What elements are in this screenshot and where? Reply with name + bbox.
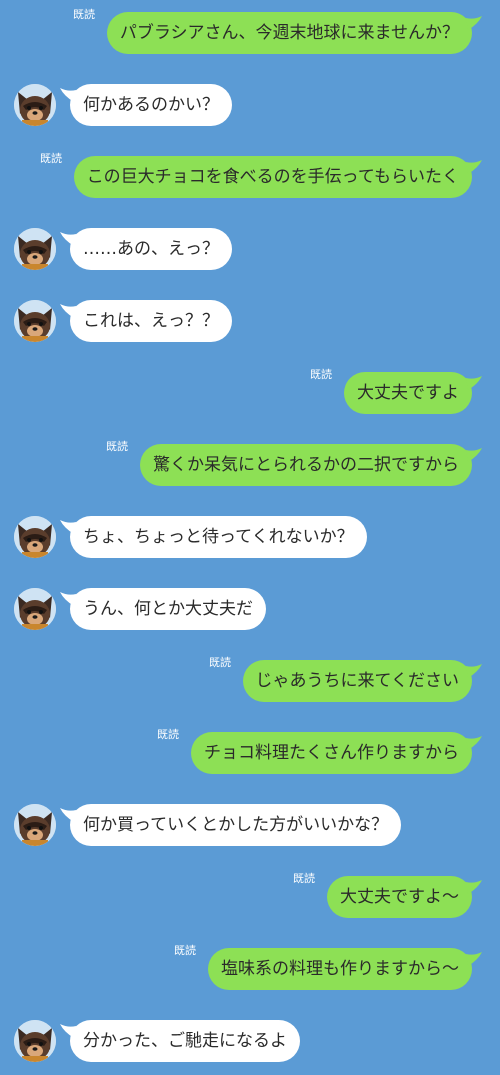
message-row: チョコ料理たくさん作りますから 既読 <box>0 728 500 776</box>
sent-message-bubble[interactable]: パブラシアさん、今週末地球に来ませんか？ <box>106 12 482 54</box>
message-text: 驚くか呆気にとられるかの二択ですから <box>153 455 459 475</box>
bubble-tail-icon <box>466 376 482 390</box>
received-message-bubble[interactable]: 分かった、ご馳走になるよ <box>60 1020 300 1062</box>
message-row: 大丈夫ですよ〜 既読 <box>0 872 500 920</box>
message-text: うん、何とか大丈夫だ <box>83 599 253 619</box>
message-text: これは、えっ？？ <box>83 311 219 331</box>
sent-message-bubble[interactable]: 大丈夫ですよ〜 <box>327 876 482 918</box>
sent-message-bubble[interactable]: この巨大チョコを食べるのを手伝ってもらいたく <box>73 156 482 198</box>
sent-message-bubble[interactable]: 驚くか呆気にとられるかの二択ですから <box>140 444 482 486</box>
read-receipt: 既読 <box>157 728 179 741</box>
bubble-tail-icon <box>466 16 482 30</box>
sent-message-bubble[interactable]: 塩味系の料理も作りますから〜 <box>208 948 482 990</box>
read-receipt: 既読 <box>40 152 62 165</box>
message-text: ……あの、えっ？ <box>83 239 219 259</box>
bubble-tail-icon <box>60 232 76 246</box>
message-row: 大丈夫ですよ 既読 <box>0 368 500 416</box>
dog-avatar-icon <box>14 84 56 126</box>
message-row: 分かった、ご馳走になるよ <box>0 1020 500 1064</box>
message-row: 何か買っていくとかした方がいいかな？ <box>0 804 500 848</box>
message-text: 塩味系の料理も作りますから〜 <box>221 959 459 979</box>
message-row: ちょ、ちょっと待ってくれないか？ <box>0 516 500 560</box>
received-message-bubble[interactable]: これは、えっ？？ <box>60 300 232 342</box>
message-row: これは、えっ？？ <box>0 300 500 344</box>
avatar[interactable] <box>14 516 56 558</box>
message-row: パブラシアさん、今週末地球に来ませんか？ 既読 <box>0 8 500 56</box>
avatar[interactable] <box>14 804 56 846</box>
bubble-tail-icon <box>466 664 482 678</box>
message-text: チョコ料理たくさん作りますから <box>204 743 459 763</box>
dog-avatar-icon <box>14 1020 56 1062</box>
message-text: 何かあるのかい？ <box>83 95 219 115</box>
read-receipt: 既読 <box>106 440 128 453</box>
dog-avatar-icon <box>14 516 56 558</box>
bubble-tail-icon <box>60 88 76 102</box>
message-text: パブラシアさん、今週末地球に来ませんか？ <box>119 23 459 43</box>
received-message-bubble[interactable]: うん、何とか大丈夫だ <box>60 588 266 630</box>
message-text: この巨大チョコを食べるのを手伝ってもらいたく <box>86 167 459 187</box>
bubble-tail-icon <box>466 448 482 462</box>
message-row: 驚くか呆気にとられるかの二択ですから 既読 <box>0 440 500 488</box>
message-row: 塩味系の料理も作りますから〜 既読 <box>0 944 500 992</box>
bubble-tail-icon <box>60 304 76 318</box>
message-row: じゃあうちに来てください 既読 <box>0 656 500 704</box>
dog-avatar-icon <box>14 588 56 630</box>
avatar[interactable] <box>14 588 56 630</box>
dog-avatar-icon <box>14 300 56 342</box>
sent-message-bubble[interactable]: チョコ料理たくさん作りますから <box>191 732 482 774</box>
received-message-bubble[interactable]: ……あの、えっ？ <box>60 228 232 270</box>
message-text: 大丈夫ですよ〜 <box>340 887 459 907</box>
avatar[interactable] <box>14 228 56 270</box>
bubble-tail-icon <box>466 880 482 894</box>
bubble-tail-icon <box>466 160 482 174</box>
dog-avatar-icon <box>14 804 56 846</box>
message-row: 何かあるのかい？ <box>0 84 500 128</box>
bubble-tail-icon <box>60 592 76 606</box>
read-receipt: 既読 <box>174 944 196 957</box>
message-text: じゃあうちに来てください <box>255 671 460 691</box>
received-message-bubble[interactable]: 何かあるのかい？ <box>60 84 232 126</box>
read-receipt: 既読 <box>293 872 315 885</box>
message-text: 何か買っていくとかした方がいいかな？ <box>83 815 389 835</box>
bubble-tail-icon <box>60 1024 76 1038</box>
message-text: ちょ、ちょっと待ってくれないか？ <box>83 527 354 547</box>
avatar[interactable] <box>14 84 56 126</box>
received-message-bubble[interactable]: 何か買っていくとかした方がいいかな？ <box>60 804 402 846</box>
bubble-tail-icon <box>466 952 482 966</box>
avatar[interactable] <box>14 1020 56 1062</box>
bubble-tail-icon <box>466 736 482 750</box>
read-receipt: 既読 <box>310 368 332 381</box>
sent-message-bubble[interactable]: じゃあうちに来てください <box>242 660 482 702</box>
message-text: 大丈夫ですよ <box>357 383 459 403</box>
dog-avatar-icon <box>14 228 56 270</box>
bubble-tail-icon <box>60 808 76 822</box>
sent-message-bubble[interactable]: 大丈夫ですよ <box>344 372 482 414</box>
message-text: 分かった、ご馳走になるよ <box>83 1031 287 1051</box>
message-row: うん、何とか大丈夫だ <box>0 588 500 632</box>
received-message-bubble[interactable]: ちょ、ちょっと待ってくれないか？ <box>60 516 367 558</box>
avatar[interactable] <box>14 300 56 342</box>
bubble-tail-icon <box>60 520 76 534</box>
read-receipt: 既読 <box>209 656 231 669</box>
message-row: この巨大チョコを食べるのを手伝ってもらいたく 既読 <box>0 152 500 200</box>
read-receipt: 既読 <box>73 8 95 21</box>
message-row: ……あの、えっ？ <box>0 228 500 272</box>
